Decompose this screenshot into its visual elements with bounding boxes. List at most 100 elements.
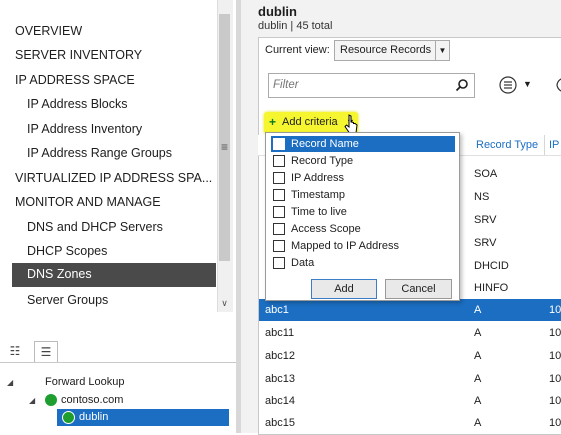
table-row-selected[interactable]: abc1 A 10 — [259, 299, 561, 321]
record-type-cell: A — [474, 417, 482, 429]
table-row[interactable]: abc13 A 10 — [259, 368, 561, 390]
record-type-cell: NS — [474, 191, 490, 203]
record-type-cell: A — [474, 373, 482, 385]
record-name-cell: abc13 — [265, 373, 295, 385]
record-type-cell: A — [474, 350, 482, 362]
tree-item-dublin[interactable]: dublin — [57, 409, 229, 426]
column-header-ip[interactable]: IP — [549, 139, 559, 151]
record-type-cell: A — [474, 327, 482, 339]
scroll-down-arrow-icon[interactable]: ∨ — [217, 298, 232, 312]
table-row[interactable]: abc15 A 10 — [259, 412, 561, 434]
record-type-cell: DHCID — [474, 260, 509, 272]
record-type-cell: SRV — [474, 214, 497, 226]
checkbox[interactable] — [273, 206, 285, 218]
tree-view-tabs: ☷ ☰ — [0, 338, 236, 364]
table-row[interactable]: abc12 A 10 — [259, 345, 561, 367]
criteria-option-label: Record Type — [291, 155, 354, 167]
nav-item-ip-address-range-groups[interactable]: IP Address Range Groups — [27, 146, 172, 160]
criteria-option-label: Time to live — [291, 206, 347, 218]
nav-scrollbar-thumb[interactable] — [219, 14, 230, 261]
record-name-cell: abc12 — [265, 350, 295, 362]
criteria-option-label: Access Scope — [291, 223, 361, 235]
page-subtitle: dublin | 45 total — [258, 20, 333, 32]
divider — [0, 362, 236, 363]
criteria-option-label: Mapped to IP Address — [291, 240, 400, 252]
criteria-option-ip-address[interactable]: IP Address — [271, 170, 455, 186]
record-name-cell: abc14 — [265, 395, 295, 407]
add-button[interactable]: Add — [311, 279, 377, 299]
tree-item-contoso[interactable]: contoso.com — [61, 394, 123, 406]
nav-item-virtualized-ip-address-space[interactable]: VIRTUALIZED IP ADDRESS SPA... — [15, 171, 212, 185]
criteria-option-label: Data — [291, 257, 315, 269]
record-type-cell: A — [474, 304, 482, 316]
checkbox[interactable] — [273, 240, 285, 252]
nav-item-server-groups[interactable]: Server Groups — [27, 293, 108, 307]
table-row[interactable]: abc11 A 10 — [259, 322, 561, 344]
nav-item-monitor-and-manage[interactable]: MONITOR AND MANAGE — [15, 195, 161, 209]
columns-icon[interactable] — [498, 76, 518, 94]
nav-item-overview[interactable]: OVERVIEW — [15, 24, 82, 38]
splitter-grip-icon[interactable]: ≡ — [221, 140, 229, 154]
ip-cell: 10 — [549, 395, 561, 407]
plus-icon: + — [269, 115, 277, 129]
add-criteria-label: Add criteria — [282, 116, 338, 128]
record-type-cell: SOA — [474, 168, 498, 180]
search-icon[interactable] — [455, 78, 469, 92]
checkbox[interactable] — [273, 172, 285, 184]
criteria-option-data[interactable]: Data — [271, 255, 455, 271]
filter-box — [268, 73, 475, 98]
current-view-select[interactable]: Resource Records ▼ — [334, 40, 450, 61]
add-criteria-dropdown: Record Name Record Type IP Address Times… — [265, 132, 460, 301]
flat-list-view-icon[interactable]: ☷ — [4, 341, 26, 361]
record-name-cell: abc15 — [265, 417, 295, 429]
nav-item-ip-address-blocks[interactable]: IP Address Blocks — [27, 97, 128, 111]
checkbox[interactable] — [273, 138, 285, 150]
current-view-label: Current view: — [265, 44, 330, 56]
nav-item-server-inventory[interactable]: SERVER INVENTORY — [15, 48, 142, 62]
current-view-value: Resource Records — [340, 44, 432, 56]
cancel-button[interactable]: Cancel — [385, 279, 452, 299]
criteria-option-record-type[interactable]: Record Type — [271, 153, 455, 169]
zone-status-icon — [45, 394, 57, 406]
record-name-cell: abc11 — [265, 327, 295, 339]
record-type-cell: HINFO — [474, 282, 509, 294]
criteria-option-record-name[interactable]: Record Name — [271, 136, 455, 152]
criteria-option-timestamp[interactable]: Timestamp — [271, 187, 455, 203]
tree-item-forward-lookup[interactable]: Forward Lookup — [45, 376, 125, 388]
nav-item-dns-and-dhcp-servers[interactable]: DNS and DHCP Servers — [27, 220, 163, 234]
checkbox[interactable] — [273, 189, 285, 201]
expand-arrow-icon[interactable]: ◢ — [7, 378, 13, 387]
expand-arrow-icon[interactable]: ◢ — [29, 396, 35, 405]
checkbox[interactable] — [273, 155, 285, 167]
checkbox[interactable] — [273, 257, 285, 269]
ip-cell: 10 — [549, 304, 561, 316]
criteria-option-label: Timestamp — [291, 189, 345, 201]
nav-item-dhcp-scopes[interactable]: DHCP Scopes — [27, 244, 107, 258]
nav-item-ip-address-space[interactable]: IP ADDRESS SPACE — [15, 73, 135, 87]
chevron-down-icon[interactable]: ▼ — [523, 79, 532, 89]
zone-status-icon — [62, 411, 75, 424]
record-type-cell: A — [474, 395, 482, 407]
record-name-cell: abc1 — [265, 304, 289, 316]
ip-cell: 10 — [549, 373, 561, 385]
filter-input[interactable] — [273, 76, 448, 94]
nav-item-dns-zones[interactable]: DNS Zones — [12, 263, 216, 287]
criteria-option-mapped-to-ip[interactable]: Mapped to IP Address — [271, 238, 455, 254]
column-separator[interactable] — [544, 135, 545, 155]
table-row[interactable]: abc14 A 10 — [259, 390, 561, 412]
nav-item-dns-zones-label: DNS Zones — [27, 267, 92, 281]
criteria-option-time-to-live[interactable]: Time to live — [271, 204, 455, 220]
record-type-cell: SRV — [474, 237, 497, 249]
page-title: dublin — [258, 4, 297, 19]
ip-cell: 10 — [549, 417, 561, 429]
criteria-option-label: IP Address — [291, 172, 344, 184]
tree-view-icon[interactable]: ☰ — [34, 341, 58, 362]
ip-cell: 10 — [549, 350, 561, 362]
checkbox[interactable] — [273, 223, 285, 235]
column-header-record-type[interactable]: Record Type — [476, 139, 538, 151]
ip-cell: 10 — [549, 327, 561, 339]
nav-item-ip-address-inventory[interactable]: IP Address Inventory — [27, 122, 142, 136]
criteria-option-access-scope[interactable]: Access Scope — [271, 221, 455, 237]
refresh-icon[interactable] — [553, 76, 561, 94]
tree-item-dublin-label: dublin — [79, 411, 109, 423]
